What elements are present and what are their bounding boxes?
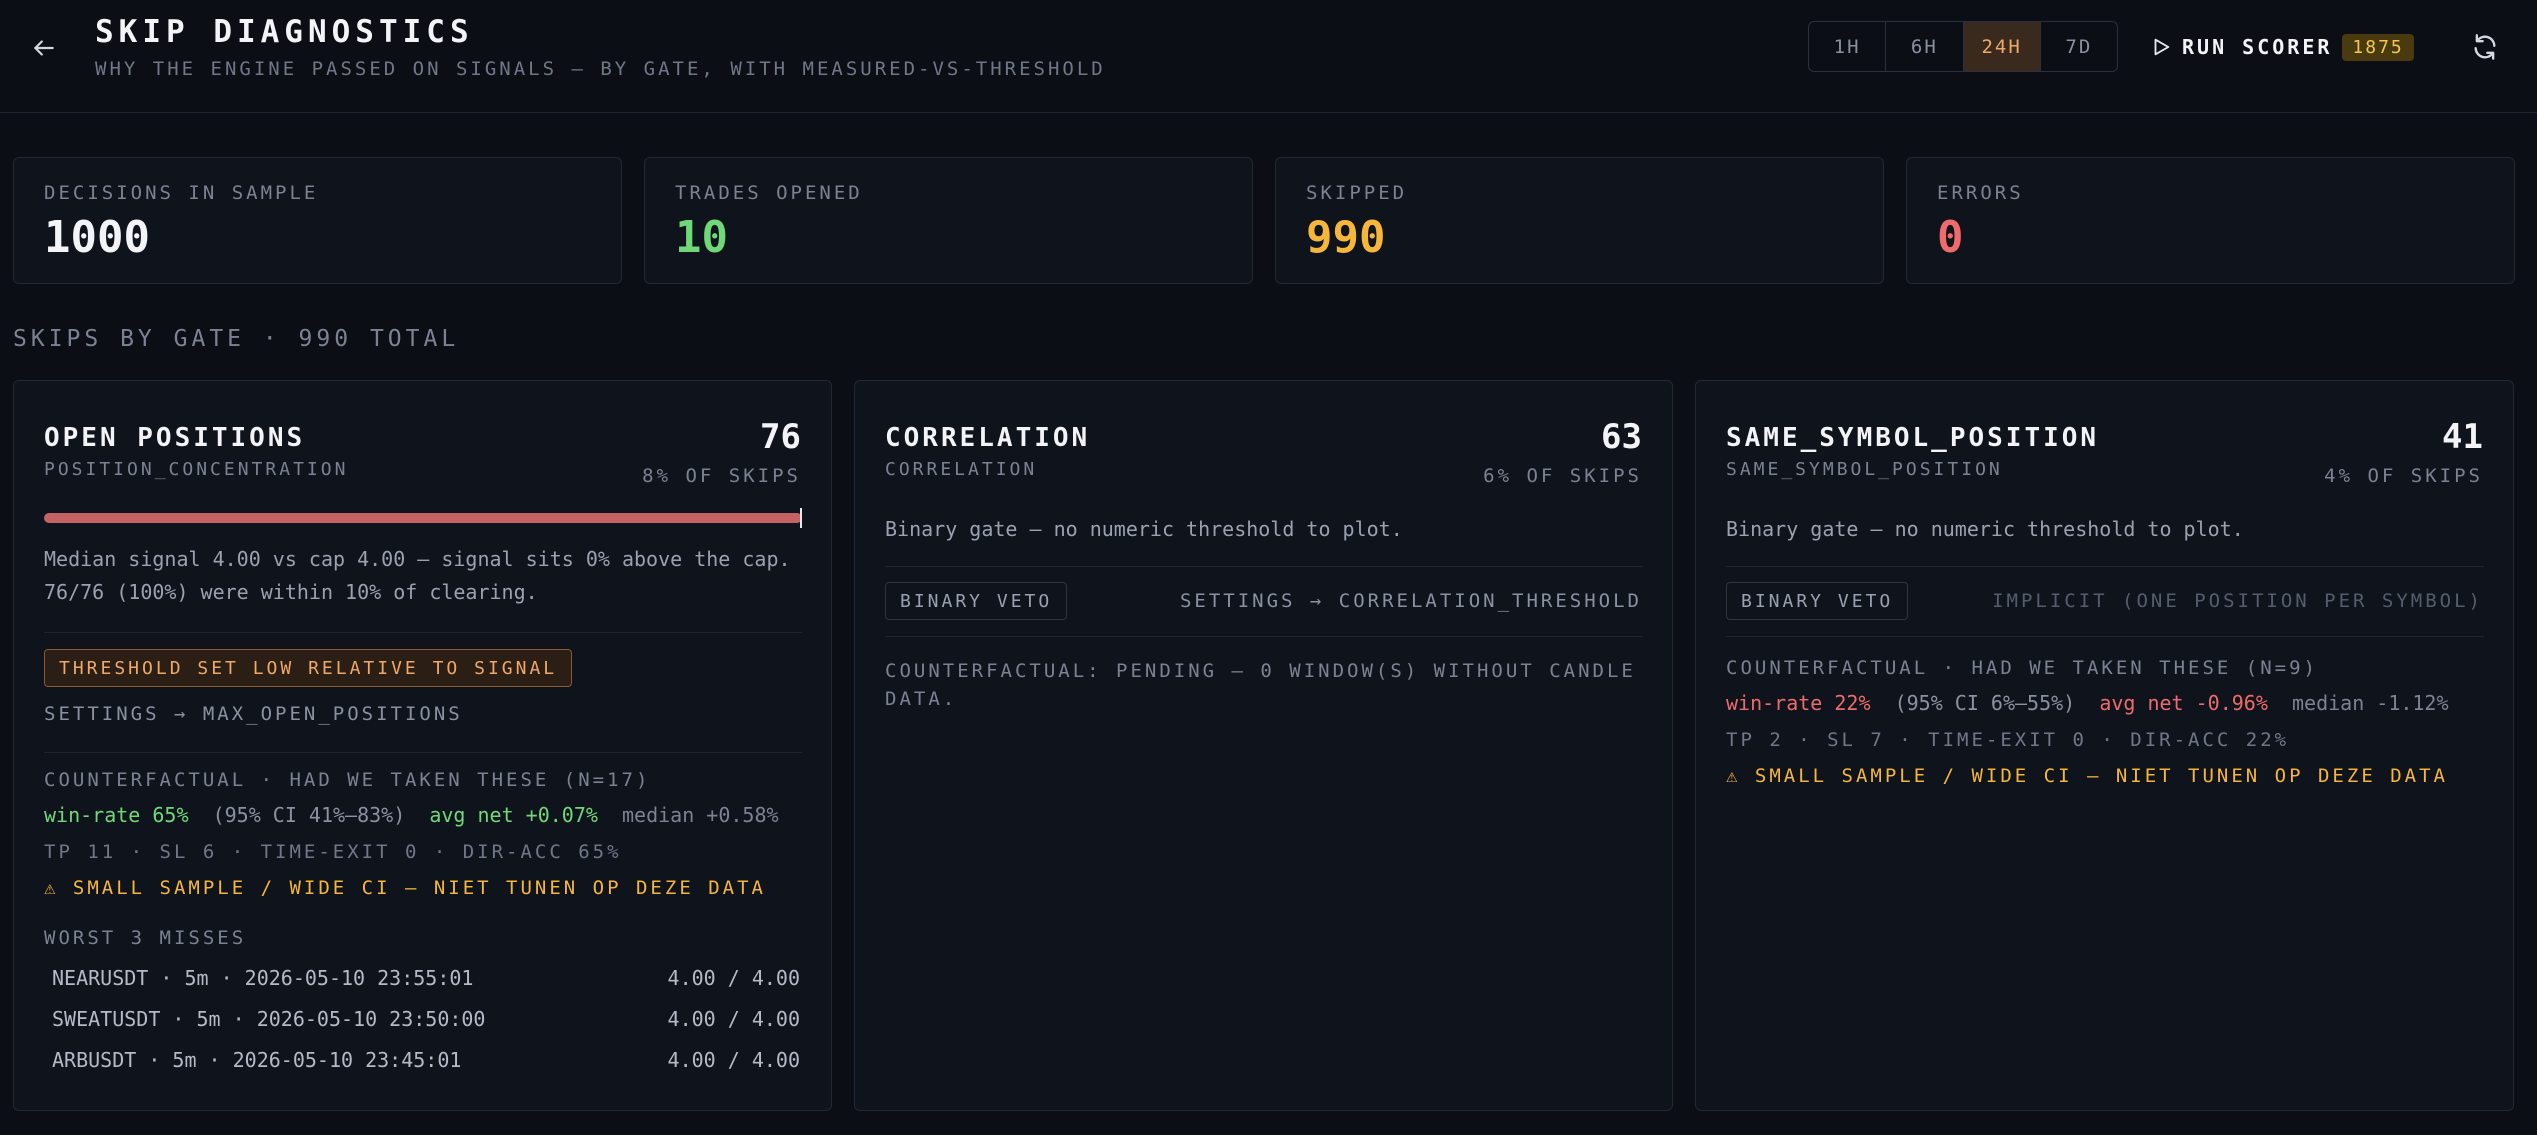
gate-card-correlation: CORRELATION CORRELATION 63 6% OF SKIPS B… bbox=[854, 380, 1673, 1111]
small-sample-warning: ⚠ SMALL SAMPLE / WIDE CI — NIET TUNEN OP… bbox=[1726, 765, 2448, 787]
page-subtitle: WHY THE ENGINE PASSED ON SIGNALS — BY GA… bbox=[95, 58, 1106, 80]
gate-name: OPEN POSITIONS bbox=[44, 423, 306, 453]
divider bbox=[885, 636, 1643, 637]
section-title: SKIPS BY GATE · 990 TOTAL bbox=[13, 326, 460, 352]
range-6h-button[interactable]: 6H bbox=[1886, 22, 1964, 71]
gate-percent: 8% OF SKIPS bbox=[642, 465, 801, 487]
threshold-bar-fill bbox=[44, 513, 802, 523]
threshold-bar bbox=[44, 508, 802, 528]
range-7d-button[interactable]: 7D bbox=[2041, 22, 2117, 71]
refresh-icon bbox=[2474, 34, 2496, 60]
gate-name: CORRELATION bbox=[885, 423, 1091, 453]
setting-link[interactable]: SETTINGS → MAX_OPEN_POSITIONS bbox=[44, 703, 463, 725]
stat-card-trades-opened: TRADES OPENED 10 bbox=[644, 157, 1253, 284]
setting-note: IMPLICIT (ONE POSITION PER SYMBOL) bbox=[1992, 590, 2483, 612]
binary-veto-badge: BINARY VETO bbox=[885, 582, 1068, 620]
cf-avg-net: avg net -0.96% bbox=[2099, 691, 2268, 715]
stat-label: SKIPPED bbox=[1306, 182, 1408, 204]
stat-card-skipped: SKIPPED 990 bbox=[1275, 157, 1884, 284]
arrow-left-icon bbox=[34, 40, 54, 56]
cf-median: median -1.12% bbox=[2291, 691, 2449, 715]
threshold-warning-badge: THRESHOLD SET LOW RELATIVE TO SIGNAL bbox=[44, 649, 573, 687]
gate-code: SAME_SYMBOL_POSITION bbox=[1726, 459, 2003, 480]
divider bbox=[44, 752, 802, 753]
gate-count: 41 bbox=[2442, 417, 2483, 457]
run-scorer-count-badge: 1875 bbox=[2342, 33, 2414, 61]
gate-count: 63 bbox=[1601, 417, 1642, 457]
cf-median: median +0.58% bbox=[622, 803, 779, 827]
counterfactual-breakdown: TP 2 · SL 7 · TIME-EXIT 0 · DIR-ACC 22% bbox=[1726, 729, 2290, 751]
miss-row[interactable]: ARBUSDT · 5m · 2026-05-10 23:45:01 4.00 … bbox=[44, 1040, 808, 1080]
stat-value: 10 bbox=[675, 212, 728, 263]
worst-misses-heading: WORST 3 MISSES bbox=[44, 927, 247, 949]
cf-winrate: win-rate 65% bbox=[44, 803, 189, 827]
range-24h-button[interactable]: 24H bbox=[1963, 22, 2041, 71]
gate-summary: Median signal 4.00 vs cap 4.00 — signal … bbox=[44, 547, 791, 604]
miss-label: ARBUSDT · 5m · 2026-05-10 23:45:01 bbox=[52, 1048, 462, 1072]
small-sample-warning: ⚠ SMALL SAMPLE / WIDE CI — NIET TUNEN OP… bbox=[44, 877, 766, 899]
cf-avg-net: avg net +0.07% bbox=[429, 803, 598, 827]
gate-card-same-symbol-position: SAME_SYMBOL_POSITION SAME_SYMBOL_POSITIO… bbox=[1695, 380, 2514, 1111]
stat-card-errors: ERRORS 0 bbox=[1906, 157, 2515, 284]
divider bbox=[44, 632, 802, 633]
stat-value: 990 bbox=[1306, 212, 1386, 263]
gate-summary: Binary gate — no numeric threshold to pl… bbox=[1726, 517, 2244, 541]
miss-row[interactable]: NEARUSDT · 5m · 2026-05-10 23:55:01 4.00… bbox=[44, 958, 808, 998]
gate-count: 76 bbox=[760, 417, 801, 457]
range-1h-button[interactable]: 1H bbox=[1809, 22, 1887, 71]
binary-veto-badge: BINARY VETO bbox=[1726, 582, 1909, 620]
gate-name: SAME_SYMBOL_POSITION bbox=[1726, 423, 2100, 453]
counterfactual-heading: COUNTERFACTUAL · HAD WE TAKEN THESE (N=1… bbox=[44, 769, 651, 791]
stat-label: ERRORS bbox=[1937, 182, 2024, 204]
counterfactual-stats: win-rate 65% (95% CI 41%–83%) avg net +0… bbox=[44, 803, 779, 827]
counterfactual-breakdown: TP 11 · SL 6 · TIME-EXIT 0 · DIR-ACC 65% bbox=[44, 841, 622, 863]
miss-row[interactable]: SWEATUSDT · 5m · 2026-05-10 23:50:00 4.0… bbox=[44, 999, 808, 1039]
gate-code: CORRELATION bbox=[885, 459, 1038, 480]
stat-label: TRADES OPENED bbox=[675, 182, 863, 204]
stat-card-decisions: DECISIONS IN SAMPLE 1000 bbox=[13, 157, 622, 284]
time-range-selector: 1H 6H 24H 7D bbox=[1808, 21, 2118, 72]
setting-link[interactable]: SETTINGS → CORRELATION_THRESHOLD bbox=[1180, 590, 1642, 612]
counterfactual-stats: win-rate 22% (95% CI 6%–55%) avg net -0.… bbox=[1726, 691, 2449, 715]
stat-value: 0 bbox=[1937, 212, 1964, 263]
gate-card-open-positions: OPEN POSITIONS POSITION_CONCENTRATION 76… bbox=[13, 380, 832, 1111]
cf-winrate: win-rate 22% bbox=[1726, 691, 1871, 715]
refresh-button[interactable] bbox=[2466, 28, 2504, 66]
run-scorer-button[interactable]: RUN SCORER 1875 bbox=[2150, 24, 2430, 70]
miss-label: SWEATUSDT · 5m · 2026-05-10 23:50:00 bbox=[52, 1007, 486, 1031]
miss-value: 4.00 / 4.00 bbox=[667, 1007, 800, 1031]
divider bbox=[885, 566, 1643, 567]
miss-value: 4.00 / 4.00 bbox=[667, 1048, 800, 1072]
counterfactual-heading: COUNTERFACTUAL · HAD WE TAKEN THESE (N=9… bbox=[1726, 657, 2318, 679]
page-title: SKIP DIAGNOSTICS bbox=[95, 14, 474, 50]
stat-label: DECISIONS IN SAMPLE bbox=[44, 182, 319, 204]
cf-ci: (95% CI 6%–55%) bbox=[1894, 691, 2076, 715]
counterfactual-pending: COUNTERFACTUAL: PENDING — 0 WINDOW(S) WI… bbox=[885, 660, 1636, 710]
gate-summary: Binary gate — no numeric threshold to pl… bbox=[885, 517, 1403, 541]
miss-value: 4.00 / 4.00 bbox=[667, 966, 800, 990]
stat-value: 1000 bbox=[44, 212, 150, 263]
gate-code: POSITION_CONCENTRATION bbox=[44, 459, 349, 480]
threshold-cap-marker bbox=[800, 508, 802, 528]
back-button[interactable] bbox=[24, 28, 64, 68]
miss-label: NEARUSDT · 5m · 2026-05-10 23:55:01 bbox=[52, 966, 474, 990]
gate-percent: 6% OF SKIPS bbox=[1483, 465, 1642, 487]
gate-percent: 4% OF SKIPS bbox=[2324, 465, 2483, 487]
cf-ci: (95% CI 41%–83%) bbox=[212, 803, 406, 827]
page-header: SKIP DIAGNOSTICS WHY THE ENGINE PASSED O… bbox=[0, 0, 2537, 113]
run-scorer-label: RUN SCORER bbox=[2182, 35, 2333, 59]
divider bbox=[1726, 636, 2484, 637]
divider bbox=[1726, 566, 2484, 567]
play-icon bbox=[2154, 38, 2170, 56]
